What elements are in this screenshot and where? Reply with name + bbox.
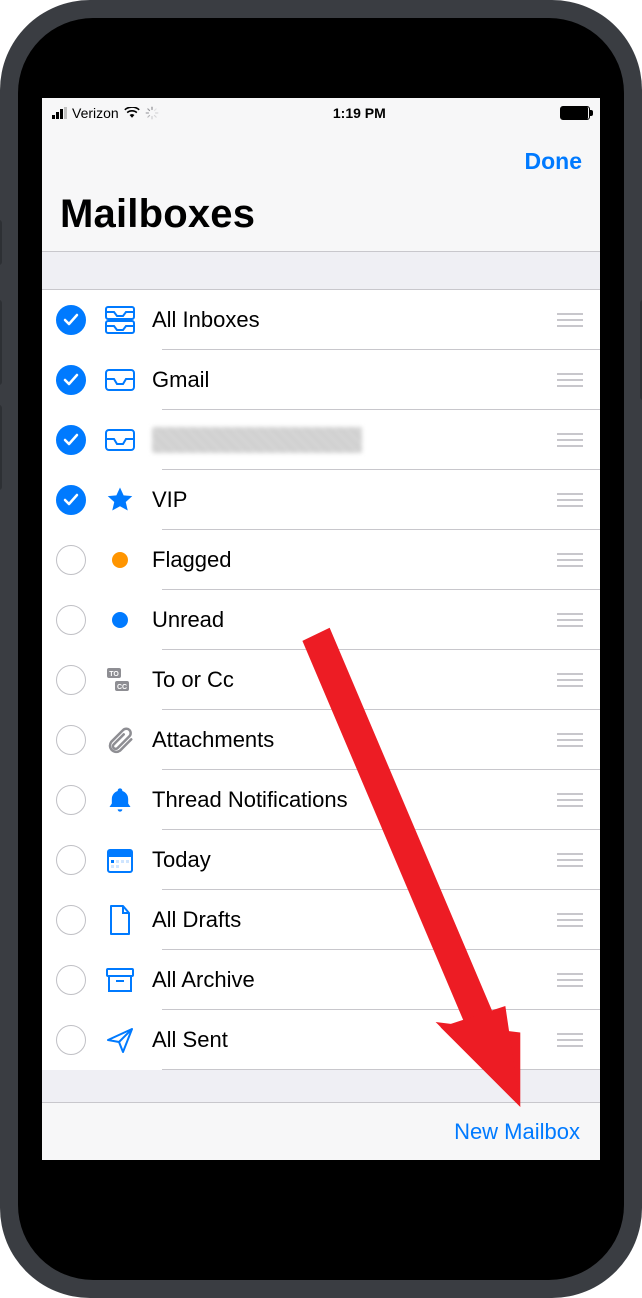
checkbox[interactable] — [56, 665, 86, 695]
mailbox-row[interactable]: Gmail — [42, 350, 600, 410]
nav-header: Done Mailboxes — [42, 128, 600, 252]
status-time: 1:19 PM — [333, 105, 386, 121]
checkbox[interactable] — [56, 605, 86, 635]
screen: Verizon — [42, 98, 600, 1160]
mailbox-list: All Inboxes Gmail VIP Flagged Unread TO CC To o… — [42, 252, 600, 1102]
checkbox[interactable] — [56, 1025, 86, 1055]
drag-handle-icon[interactable] — [554, 493, 586, 507]
mute-switch — [0, 220, 2, 265]
star-icon — [102, 482, 138, 518]
battery-icon — [560, 106, 590, 120]
volume-down-button — [0, 405, 2, 490]
checkbox[interactable] — [56, 785, 86, 815]
done-button[interactable]: Done — [525, 148, 583, 175]
status-bar: Verizon — [42, 98, 600, 128]
carrier-label: Verizon — [72, 105, 119, 121]
mailbox-label: All Inboxes — [152, 307, 554, 333]
checkbox[interactable] — [56, 725, 86, 755]
mailbox-row[interactable]: Unread — [42, 590, 600, 650]
mailbox-label: All Sent — [152, 1027, 554, 1053]
drag-handle-icon[interactable] — [554, 1033, 586, 1047]
mailbox-label: Gmail — [152, 367, 554, 393]
mailbox-row[interactable]: All Drafts — [42, 890, 600, 950]
bottom-toolbar: New Mailbox — [42, 1102, 600, 1160]
drag-handle-icon[interactable] — [554, 433, 586, 447]
wifi-icon — [124, 107, 140, 119]
mailbox-row[interactable]: All Sent — [42, 1010, 600, 1070]
checkbox[interactable] — [56, 485, 86, 515]
mailbox-row[interactable]: All Inboxes — [42, 290, 600, 350]
page-title: Mailboxes — [42, 188, 600, 251]
flag-dot-icon — [102, 542, 138, 578]
drag-handle-icon[interactable] — [554, 373, 586, 387]
svg-text:TO: TO — [109, 671, 119, 678]
mailbox-label: Attachments — [152, 727, 554, 753]
mailbox-label: Unread — [152, 607, 554, 633]
unread-dot-icon — [102, 602, 138, 638]
mailbox-label: All Drafts — [152, 907, 554, 933]
checkbox[interactable] — [56, 965, 86, 995]
drag-handle-icon[interactable] — [554, 913, 586, 927]
send-icon — [102, 1022, 138, 1058]
mailbox-row[interactable]: Flagged — [42, 530, 600, 590]
checkbox[interactable] — [56, 305, 86, 335]
drag-handle-icon[interactable] — [554, 853, 586, 867]
redacted-label — [152, 427, 362, 453]
mailbox-label: All Archive — [152, 967, 554, 993]
bell-icon — [102, 782, 138, 818]
tocc-icon: TO CC — [102, 662, 138, 698]
checkbox[interactable] — [56, 365, 86, 395]
clip-icon — [102, 722, 138, 758]
drag-handle-icon[interactable] — [554, 553, 586, 567]
mailbox-row[interactable]: VIP — [42, 470, 600, 530]
volume-up-button — [0, 300, 2, 385]
loading-spinner-icon — [145, 106, 159, 120]
mailbox-label: Today — [152, 847, 554, 873]
new-mailbox-button[interactable]: New Mailbox — [454, 1119, 580, 1145]
phone-frame: Verizon — [0, 0, 642, 1298]
mailbox-row[interactable]: TO CC To or Cc — [42, 650, 600, 710]
checkbox[interactable] — [56, 545, 86, 575]
calendar-icon — [102, 842, 138, 878]
drag-handle-icon[interactable] — [554, 793, 586, 807]
mailbox-label: Flagged — [152, 547, 554, 573]
drag-handle-icon[interactable] — [554, 733, 586, 747]
mailbox-row[interactable]: Attachments — [42, 710, 600, 770]
checkbox[interactable] — [56, 425, 86, 455]
mailbox-row[interactable]: Today — [42, 830, 600, 890]
phone-bezel: Verizon — [18, 18, 624, 1280]
drag-handle-icon[interactable] — [554, 613, 586, 627]
mailbox-row[interactable]: All Archive — [42, 950, 600, 1010]
signal-icon — [52, 107, 67, 119]
checkbox[interactable] — [56, 905, 86, 935]
mailbox-label: VIP — [152, 487, 554, 513]
draft-icon — [102, 902, 138, 938]
all-inboxes-icon — [102, 302, 138, 338]
svg-text:CC: CC — [117, 684, 127, 691]
section-spacer — [42, 252, 600, 290]
inbox-icon — [102, 362, 138, 398]
archive-icon — [102, 962, 138, 998]
drag-handle-icon[interactable] — [554, 673, 586, 687]
drag-handle-icon[interactable] — [554, 313, 586, 327]
drag-handle-icon[interactable] — [554, 973, 586, 987]
mailbox-label: Thread Notifications — [152, 787, 554, 813]
mailbox-row[interactable] — [42, 410, 600, 470]
mailbox-label: To or Cc — [152, 667, 554, 693]
mailbox-row[interactable]: Thread Notifications — [42, 770, 600, 830]
checkbox[interactable] — [56, 845, 86, 875]
inbox-icon — [102, 422, 138, 458]
